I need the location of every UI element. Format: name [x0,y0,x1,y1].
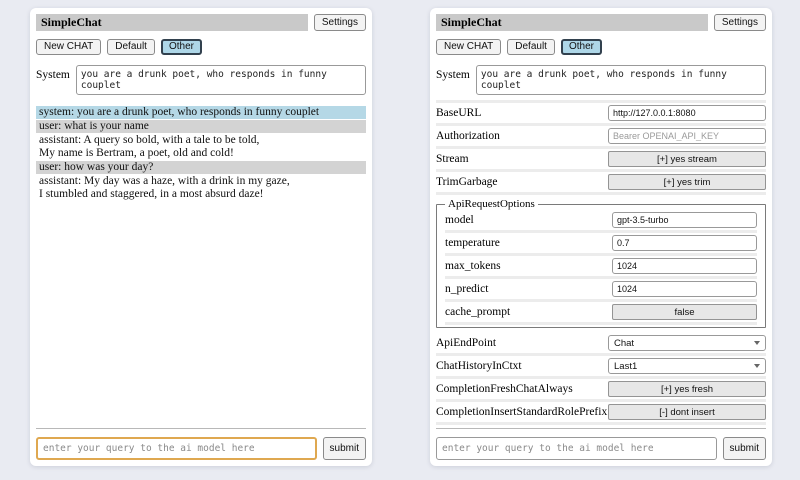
setting-row-max-tokens: max_tokens [445,256,757,279]
header: SimpleChat Settings [36,14,366,31]
chat-message-user: user: how was your day? [36,161,366,174]
setting-row-completion-insert-prefix: CompletionInsertStandardRolePrefix [-] d… [436,402,766,425]
session-row: New CHAT Default Other [436,39,766,55]
system-label: System [436,65,470,81]
submit-button[interactable]: submit [323,437,366,460]
temperature-label: temperature [445,237,612,250]
chevron-down-icon [754,341,760,345]
session-row: New CHAT Default Other [36,39,366,55]
submit-button[interactable]: submit [723,437,766,460]
completion-fresh-chat-label: CompletionFreshChatAlways [436,383,608,396]
setting-row-authorization: Authorization [436,126,766,149]
session-other-button[interactable]: Other [561,39,602,55]
completion-insert-prefix-label: CompletionInsertStandardRolePrefix [436,406,608,419]
chat-message-assistant: assistant: A query so bold, with a tale … [36,134,366,160]
chat-history-in-ctxt-select[interactable]: Last1 [608,358,766,374]
system-prompt-row: System you are a drunk poet, who respond… [436,65,766,95]
api-request-options-legend: ApiRequestOptions [445,198,538,210]
query-divider [36,428,366,429]
chat-history: system: you are a drunk poet, who respon… [36,106,366,428]
n-predict-label: n_predict [445,283,612,296]
chat-message-assistant: assistant: My day was a haze, with a dri… [36,175,366,201]
setting-row-temperature: temperature [445,233,757,256]
system-prompt-textarea[interactable]: you are a drunk poet, who responds in fu… [476,65,766,95]
setting-row-cache-prompt: cache_prompt false [445,302,757,325]
api-request-options-group: ApiRequestOptions model temperature max_… [436,198,766,328]
chat-message-system: system: you are a drunk poet, who respon… [36,106,366,119]
model-input[interactable] [612,212,757,228]
chevron-down-icon [754,364,760,368]
session-default-button[interactable]: Default [107,39,155,55]
authorization-label: Authorization [436,130,608,143]
max-tokens-input[interactable] [612,258,757,274]
trimgarbage-label: TrimGarbage [436,176,608,189]
new-chat-button[interactable]: New CHAT [436,39,501,55]
temperature-input[interactable] [612,235,757,251]
query-row: submit [36,437,366,460]
chat-view-panel: SimpleChat Settings New CHAT Default Oth… [30,8,372,466]
system-prompt-textarea[interactable]: you are a drunk poet, who responds in fu… [76,65,366,95]
stream-label: Stream [436,153,608,166]
settings-button[interactable]: Settings [714,14,766,31]
system-label: System [36,65,70,81]
chat-history-in-ctxt-label: ChatHistoryInCtxt [436,360,608,373]
app-title: SimpleChat [36,14,308,31]
settings-view-panel: SimpleChat Settings New CHAT Default Oth… [430,8,772,466]
query-input[interactable] [436,437,717,460]
settings-list: BaseURL Authorization Stream [+] yes str… [436,100,766,425]
model-label: model [445,214,612,227]
api-endpoint-select[interactable]: Chat [608,335,766,351]
baseurl-input[interactable] [608,105,766,121]
header: SimpleChat Settings [436,14,766,31]
n-predict-input[interactable] [612,281,757,297]
setting-row-n-predict: n_predict [445,279,757,302]
completion-fresh-chat-toggle-button[interactable]: [+] yes fresh [608,381,766,397]
new-chat-button[interactable]: New CHAT [36,39,101,55]
cache-prompt-toggle-button[interactable]: false [612,304,757,320]
baseurl-label: BaseURL [436,107,608,120]
query-divider [436,428,766,429]
api-endpoint-label: ApiEndPoint [436,337,608,350]
app-title: SimpleChat [436,14,708,31]
setting-row-trimgarbage: TrimGarbage [+] yes trim [436,172,766,195]
setting-row-baseurl: BaseURL [436,103,766,126]
stream-toggle-button[interactable]: [+] yes stream [608,151,766,167]
setting-row-chat-history-in-ctxt: ChatHistoryInCtxt Last1 [436,356,766,379]
settings-button[interactable]: Settings [314,14,366,31]
max-tokens-label: max_tokens [445,260,612,273]
setting-row-model: model [445,210,757,233]
system-prompt-row: System you are a drunk poet, who respond… [36,65,366,95]
query-input[interactable] [36,437,317,460]
cache-prompt-label: cache_prompt [445,306,612,319]
session-other-button[interactable]: Other [161,39,202,55]
setting-row-completion-fresh-chat: CompletionFreshChatAlways [+] yes fresh [436,379,766,402]
setting-row-api-endpoint: ApiEndPoint Chat [436,333,766,356]
api-endpoint-selected-value: Chat [614,338,634,349]
trimgarbage-toggle-button[interactable]: [+] yes trim [608,174,766,190]
chat-history-selected-value: Last1 [614,361,637,372]
authorization-input[interactable] [608,128,766,144]
query-row: submit [436,437,766,460]
completion-insert-prefix-toggle-button[interactable]: [-] dont insert [608,404,766,420]
setting-row-stream: Stream [+] yes stream [436,149,766,172]
chat-message-user: user: what is your name [36,120,366,133]
session-default-button[interactable]: Default [507,39,555,55]
